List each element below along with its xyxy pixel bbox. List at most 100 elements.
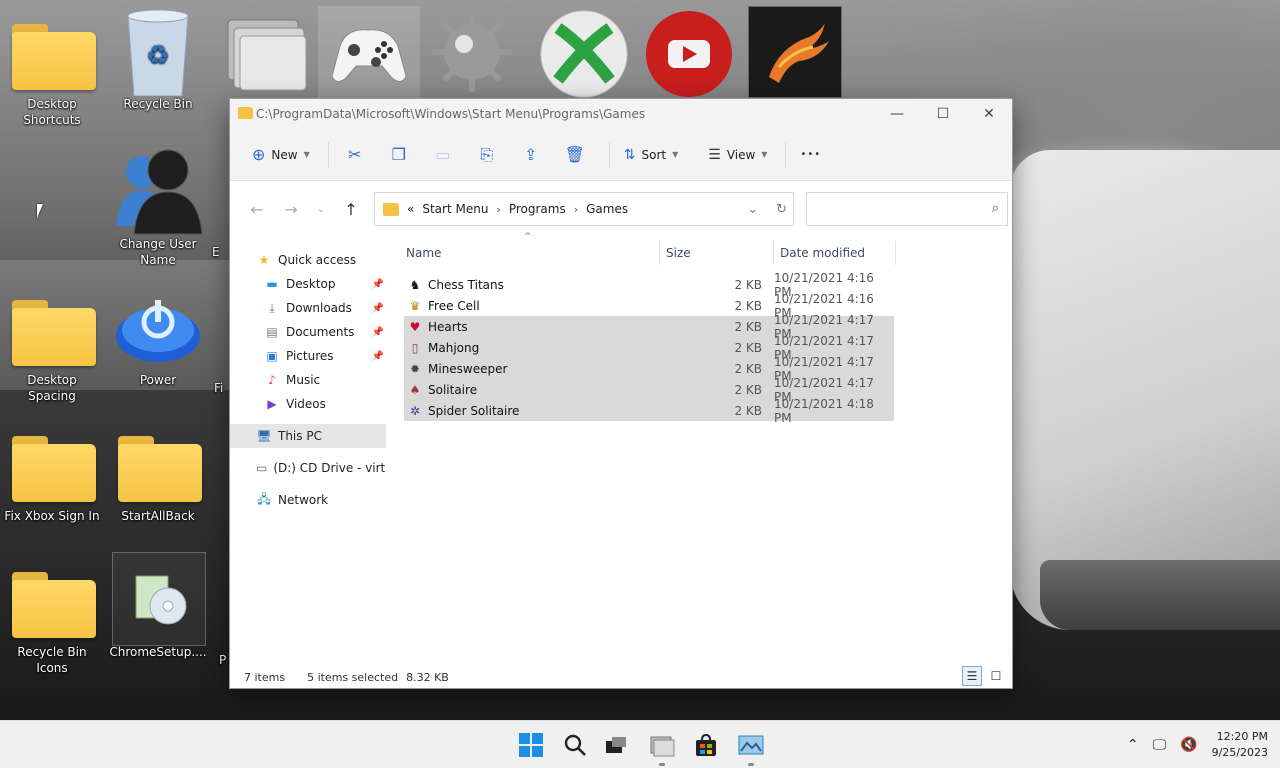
desktop-icon-label: Power [139,373,177,387]
toolbar-divider [608,141,610,168]
chrome-setup-icon[interactable]: ChromeSetup.... [106,552,210,660]
store-taskbar-button[interactable] [690,729,722,761]
chevron-down-icon: ▼ [672,150,679,159]
forward-arrow-icon[interactable]: → [274,195,308,223]
change-user-name-icon[interactable]: Change User Name [106,146,210,268]
folders-shortcut-icon[interactable] [214,6,316,98]
command-bar: ⊕ New ▼ ✂ ❐ ▭ ⎘ ⇪ 🗑 ⇅ Sort ▼ ☰ View ▼ ••… [230,129,1012,181]
new-button[interactable]: ⊕ New ▼ [246,139,316,171]
nav-network[interactable]: 🖧 Network [230,488,386,512]
show-hidden-icons-chevron-icon[interactable]: ⌃ [1127,737,1139,753]
recycle-bin-icons-folder[interactable]: Recycle Bin Icons [0,554,104,676]
window-title: C:\ProgramData\Microsoft\Windows\Start M… [256,107,646,121]
start-button[interactable] [515,729,547,761]
network-icon: 🖧 [257,491,271,506]
search-taskbar-button[interactable] [559,729,591,761]
minesweeper-mine-icon[interactable] [420,6,522,98]
cut-icon[interactable]: ✂ [337,139,373,171]
nav-documents[interactable]: ▤ Documents 📌 [230,320,386,344]
copy-icon[interactable]: ❐ [381,139,417,171]
free-cell-icon: ♛ [409,298,421,313]
network-status-icon[interactable]: 🖵 [1153,737,1167,753]
minimize-button[interactable]: — [874,99,920,129]
sort-button-label: Sort [641,147,667,162]
breadcrumb-games[interactable]: Games [586,202,628,216]
refresh-icon[interactable]: ↻ [776,202,787,217]
pin-icon[interactable]: 📌 [372,279,384,290]
view-button[interactable]: ☰ View ▼ [702,139,773,171]
details-view-icon[interactable]: ☰ [962,666,982,686]
desktop-icon-label: Desktop Spacing [27,373,77,403]
column-header-name[interactable]: Name [404,241,660,265]
item-count: 7 items [244,670,286,684]
folder-icon [12,572,96,638]
column-header-date-modified[interactable]: Date modified [774,241,896,265]
startallback-folder[interactable]: StartAllBack [106,418,210,524]
file-size: 2 KB [734,403,762,418]
breadcrumb-overflow[interactable]: « [407,202,414,216]
address-bar[interactable]: « Start Menu › Programs › Games ⌄ ↻ [374,192,794,226]
more-options-button[interactable]: ••• [794,139,827,171]
address-row: ← → ⌄ ↑ « Start Menu › Programs › Games … [230,181,1012,237]
file-date: 10/21/2021 4:18 PM [774,396,874,425]
nav-music[interactable]: ♪ Music [230,368,386,392]
nav-cd-drive[interactable]: ▭ (D:) CD Drive - virti [230,456,386,480]
xbox-controller-icon[interactable] [318,6,420,98]
maximize-button[interactable]: ☐ [920,99,966,129]
pin-icon[interactable]: 📌 [372,351,384,362]
nav-item-label: Downloads [286,301,352,315]
fix-xbox-sign-in-folder[interactable]: Fix Xbox Sign In [0,418,104,524]
close-button[interactable]: ✕ [966,99,1012,129]
explorer-content: ★ Quick access ▬ Desktop 📌 ⤓ Downloads 📌… [230,232,1012,666]
chevron-right-icon: › [573,202,579,216]
nav-desktop[interactable]: ▬ Desktop 📌 [230,272,386,296]
file-explorer-taskbar-button[interactable] [646,729,678,766]
breadcrumb-programs[interactable]: Programs [509,202,566,216]
sort-button[interactable]: ⇅ Sort ▼ [618,139,685,171]
recent-locations-chevron-icon[interactable]: ⌄ [308,195,334,223]
desktop-spacing-folder[interactable]: Desktop Spacing [0,282,104,404]
back-arrow-icon[interactable]: ← [240,195,274,223]
task-view-button[interactable] [600,729,632,761]
nav-item-label: (D:) CD Drive - virti [273,461,386,475]
nav-pictures[interactable]: ▣ Pictures 📌 [230,344,386,368]
rename-icon[interactable]: ⎘ [469,139,505,171]
large-icons-view-icon[interactable]: ☐ [986,666,1006,686]
xbox-logo-icon[interactable] [532,6,634,98]
image-viewer-icon [738,735,764,755]
share-icon[interactable]: ⇪ [513,139,549,171]
up-arrow-icon[interactable]: ↑ [334,195,368,223]
nav-videos[interactable]: ▶ Videos [230,392,386,416]
pin-icon[interactable]: 📌 [372,327,384,338]
address-dropdown-chevron-icon[interactable]: ⌄ [747,202,758,217]
photo-app-taskbar-button[interactable] [735,729,767,766]
desktop-icon-label: ChromeSetup.... [109,645,207,659]
nav-quick-access[interactable]: ★ Quick access [230,248,386,272]
delete-icon[interactable]: 🗑 [557,139,593,171]
desktop-icon-label: StartAllBack [121,509,195,523]
search-box[interactable]: ⌕ [806,192,1008,226]
title-bar[interactable]: C:\ProgramData\Microsoft\Windows\Start M… [230,99,1012,129]
column-header-size[interactable]: Size [660,241,774,265]
volume-muted-icon[interactable]: 🔇 [1180,737,1197,753]
file-size: 2 KB [734,277,762,292]
folder-icon [12,436,96,502]
hearts-icon: ♥ [409,319,421,334]
nav-item-label: Videos [286,397,326,411]
desktop-shortcuts-folder[interactable]: Desktop Shortcuts [0,6,104,128]
pin-icon[interactable]: 📌 [372,303,384,314]
youtube-icon[interactable] [638,6,740,98]
desktop-icon-label: Fix Xbox Sign In [4,509,100,523]
phoenix-app-icon[interactable] [748,6,842,98]
folder-icon [238,107,253,119]
search-input[interactable] [813,193,983,223]
recycle-bin-icon[interactable]: ♻ Recycle Bin [106,6,210,112]
paste-icon[interactable]: ▭ [425,139,461,171]
breadcrumb-start-menu[interactable]: Start Menu [422,202,488,216]
nav-downloads[interactable]: ⤓ Downloads 📌 [230,296,386,320]
file-row-spider-solitaire[interactable]: ✲ Spider Solitaire 2 KB 10/21/2021 4:18 P… [404,397,894,425]
nav-this-pc[interactable]: 🖥 This PC [230,424,386,448]
clock[interactable]: 12:20 PM 9/25/2023 [1212,729,1268,761]
power-icon[interactable]: Power [106,282,210,388]
nav-item-label: Network [278,493,329,507]
